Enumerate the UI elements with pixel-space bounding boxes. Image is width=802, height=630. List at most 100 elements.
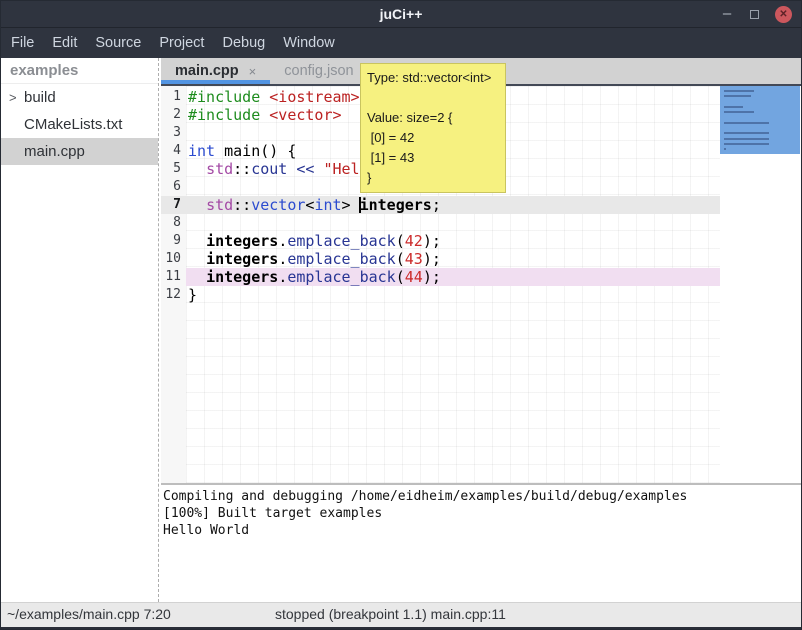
code-token: integers [206, 268, 278, 286]
code-line[interactable]: std::vector<int> integers; [186, 196, 720, 214]
code-token [188, 196, 206, 214]
code-token [260, 88, 269, 106]
code-token: :: [233, 196, 251, 214]
code-token: emplace_back [287, 250, 395, 268]
code-line[interactable]: integers.emplace_back(43); [186, 250, 720, 268]
window-title: juCi++ [380, 6, 423, 22]
code-token: ; [432, 196, 441, 214]
code-token: integers [206, 250, 278, 268]
code-token: <iostream> [269, 88, 359, 106]
code-token: ( [396, 250, 405, 268]
menu-file[interactable]: File [2, 31, 43, 55]
sidebar-splitter[interactable] [158, 58, 159, 602]
file-tree: > build CMakeLists.txt main.cpp [0, 84, 158, 165]
title-bar[interactable]: juCi++ – ✕ [0, 0, 802, 28]
maximize-icon[interactable] [750, 10, 759, 19]
tree-item-main-cpp[interactable]: main.cpp [0, 138, 158, 165]
gutter-line-number: 4 [161, 142, 186, 160]
tab-main-cpp[interactable]: main.cpp × [161, 58, 270, 84]
minimap-line [724, 111, 754, 113]
minimap-line [724, 132, 769, 134]
menu-edit[interactable]: Edit [43, 31, 86, 55]
minimap-line [724, 143, 769, 145]
code-token [260, 106, 269, 124]
minimap-line [724, 95, 751, 97]
gutter-line-number: 10 [161, 250, 186, 268]
debug-value-tooltip: Type: std::vector<int> Value: size=2 { [… [360, 63, 506, 193]
tree-item-label: CMakeLists.txt [24, 116, 122, 133]
tree-item-label: build [24, 89, 56, 106]
output-panel[interactable]: Compiling and debugging /home/eidheim/ex… [161, 485, 802, 602]
code-token: ( [396, 232, 405, 250]
tooltip-line [367, 88, 499, 108]
code-token [188, 160, 206, 178]
tooltip-line: [0] = 42 [367, 128, 499, 148]
minimap-line [724, 148, 726, 150]
close-icon[interactable]: ✕ [775, 6, 792, 23]
code-token: #include [188, 88, 260, 106]
menu-source[interactable]: Source [86, 31, 150, 55]
code-token: int [314, 196, 341, 214]
gutter-line-number: 6 [161, 178, 186, 196]
menu-window[interactable]: Window [274, 31, 344, 55]
code-token: . [278, 268, 287, 286]
output-line: [100%] Built target examples [163, 505, 802, 522]
code-token: int [188, 142, 215, 160]
code-line[interactable]: integers.emplace_back(42); [186, 232, 720, 250]
output-line: Compiling and debugging /home/eidheim/ex… [163, 488, 802, 505]
code-token: } [188, 286, 197, 304]
code-token: ( [396, 268, 405, 286]
gutter-line-number: 8 [161, 214, 186, 232]
code-token: std [206, 160, 233, 178]
code-token: ); [423, 268, 441, 286]
code-line[interactable]: integers.emplace_back(44); [186, 268, 720, 286]
expander-chevron-icon[interactable]: > [9, 84, 17, 111]
menu-debug[interactable]: Debug [213, 31, 274, 55]
tree-item-label: main.cpp [24, 143, 85, 160]
minimap-line [724, 106, 743, 108]
code-token: main() { [215, 142, 296, 160]
text-cursor [359, 197, 361, 213]
tooltip-line: Type: std::vector<int> [367, 68, 499, 88]
gutter-line-number: 5 [161, 160, 186, 178]
code-line[interactable] [186, 214, 720, 232]
tab-label: main.cpp [175, 63, 239, 79]
minimap-line [724, 138, 769, 140]
gutter-line-number: 2 [161, 106, 186, 124]
code-token: std [206, 196, 233, 214]
code-token: . [278, 250, 287, 268]
tree-item-build[interactable]: > build [0, 84, 158, 111]
minimap-line [724, 90, 754, 92]
code-token: 43 [405, 250, 423, 268]
gutter-line-number: 1 [161, 88, 186, 106]
minimap[interactable] [720, 86, 800, 483]
gutter-line-number: 7 [161, 196, 186, 214]
code-token: <vector> [269, 106, 341, 124]
tab-close-icon[interactable]: × [249, 64, 257, 79]
window-controls: – ✕ [720, 0, 792, 28]
code-token: ); [423, 250, 441, 268]
code-line[interactable]: } [186, 286, 720, 304]
gutter-line-number: 11 [161, 268, 186, 286]
menu-project[interactable]: Project [150, 31, 213, 55]
code-token: 42 [405, 232, 423, 250]
code-token: << [296, 160, 314, 178]
gutter-line-number: 9 [161, 232, 186, 250]
code-token: . [278, 232, 287, 250]
code-token: #include [188, 106, 260, 124]
status-debug-state: stopped (breakpoint 1.1) main.cpp:11 [275, 606, 506, 622]
sidebar: examples >buildCMakeLists.txtmain.cpp [0, 58, 158, 602]
gutter-line-number: 3 [161, 124, 186, 142]
code-token: integers [206, 232, 278, 250]
menu-bar: File Edit Source Project Debug Window [0, 28, 802, 58]
tooltip-line: } [367, 168, 499, 188]
minimap-line [724, 122, 769, 124]
tooltip-line: [1] = 43 [367, 148, 499, 168]
code-token: 44 [405, 268, 423, 286]
app-window: juCi++ – ✕ File Edit Source Project Debu… [0, 0, 802, 630]
tree-item-cmakelists-txt[interactable]: CMakeLists.txt [0, 111, 158, 138]
minimap-thumb[interactable] [720, 86, 800, 154]
minimize-icon[interactable]: – [720, 9, 734, 19]
tab-config-json[interactable]: config.json [270, 58, 367, 84]
gutter-line-number: 12 [161, 286, 186, 304]
